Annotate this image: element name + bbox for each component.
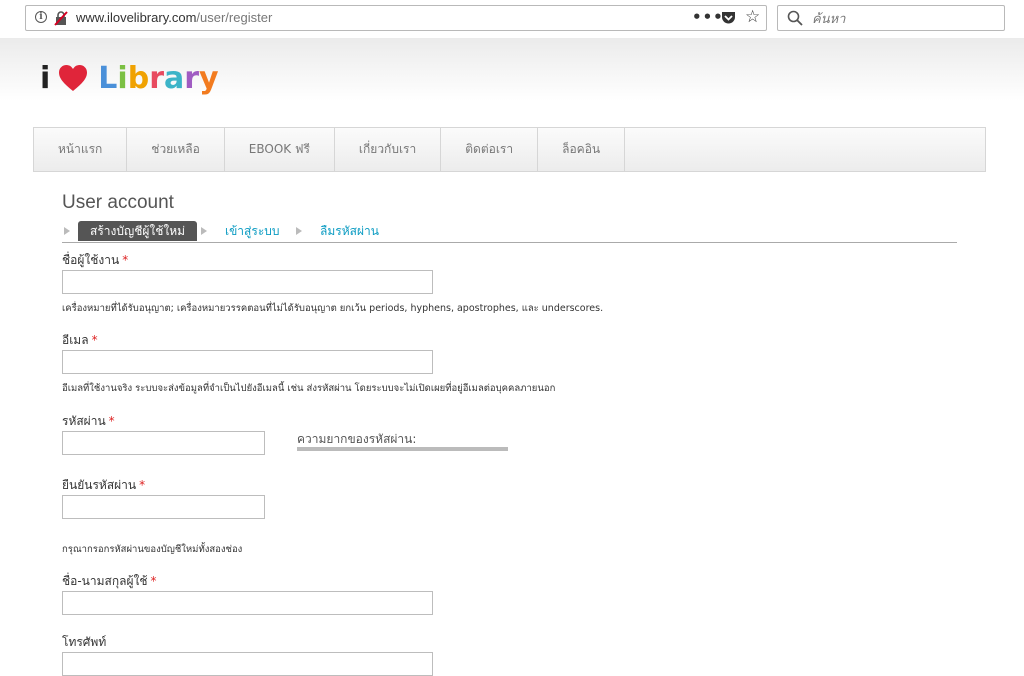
tab-forgot-password[interactable]: ลืมรหัสผ่าน	[296, 221, 406, 241]
page-title: User account	[62, 192, 174, 213]
required-mark: *	[108, 414, 115, 428]
logo-letter: b	[127, 60, 150, 96]
tab-arrow-icon	[296, 227, 302, 235]
username-label: ชื่อผู้ใช้งาน *	[62, 253, 129, 267]
nav-item-help[interactable]: ช่วยเหลือ	[127, 128, 225, 171]
nav-item-about[interactable]: เกี่ยวกับเรา	[335, 128, 442, 171]
logo-letter: r	[184, 60, 200, 96]
required-mark: *	[122, 253, 129, 267]
confirm-password-input[interactable]	[62, 495, 265, 519]
password-strength-bar	[297, 447, 508, 451]
fullname-label: ชื่อ-นามสกุลผู้ใช้ *	[62, 574, 157, 588]
confirm-password-help: กรุณากรอกรหัสผ่านของบัญชีใหม่ทั้งสองช่อง	[62, 544, 243, 555]
tab-label: เข้าสู่ระบบ	[225, 224, 280, 238]
logo-letter: r	[149, 60, 164, 96]
password-label: รหัสผ่าน *	[62, 414, 115, 428]
phone-input[interactable]	[62, 652, 433, 676]
tab-login[interactable]: เข้าสู่ระบบ	[201, 221, 301, 241]
search-bar[interactable]	[777, 5, 1005, 31]
info-icon[interactable]: i	[35, 11, 47, 23]
confirm-password-label: ยืนยันรหัสผ่าน *	[62, 478, 146, 492]
tab-create-account[interactable]: สร้างบัญชีผู้ใช้ใหม่	[64, 221, 214, 241]
nav-item-contact[interactable]: ติดต่อเรา	[441, 128, 539, 171]
search-input[interactable]	[812, 9, 992, 27]
required-mark: *	[139, 478, 146, 492]
email-input[interactable]	[62, 350, 433, 374]
tab-label: ลืมรหัสผ่าน	[320, 224, 379, 238]
nav-item-free-ebook[interactable]: EBOOK ฟรี	[225, 128, 335, 171]
fullname-input[interactable]	[62, 591, 433, 615]
heart-icon	[59, 65, 88, 91]
required-mark: *	[91, 333, 98, 347]
bookmark-star-icon[interactable]: ☆	[745, 8, 760, 26]
required-mark: *	[150, 574, 157, 588]
phone-label: โทรศัพท์	[62, 635, 107, 649]
pocket-icon[interactable]	[721, 11, 736, 25]
url-text[interactable]: www.ilovelibrary.com/user/register	[76, 10, 272, 25]
nav-item-login[interactable]: ล็อคอิน	[538, 128, 626, 171]
password-input[interactable]	[62, 431, 265, 455]
insecure-lock-icon[interactable]	[54, 10, 68, 26]
email-label: อีเมล *	[62, 333, 98, 347]
tab-arrow-icon	[64, 227, 70, 235]
nav-item-home[interactable]: หน้าแรก	[34, 128, 128, 171]
logo-letter-i: i	[40, 60, 51, 96]
username-help: เครื่องหมายที่ได้รับอนุญาต; เครื่องหมายว…	[62, 303, 604, 314]
username-input[interactable]	[62, 270, 433, 294]
address-bar[interactable]: i www.ilovelibrary.com/user/register •••…	[25, 5, 767, 31]
logo-wordmark: Library	[98, 61, 218, 96]
logo-letter: y	[199, 60, 219, 96]
tab-label: สร้างบัญชีผู้ใช้ใหม่	[78, 221, 198, 241]
search-icon	[787, 10, 803, 26]
logo-letter: a	[164, 60, 185, 96]
account-tabs: สร้างบัญชีผู้ใช้ใหม่ เข้าสู่ระบบ ลืมรหัส…	[62, 221, 957, 243]
main-nav: หน้าแรก ช่วยเหลือ EBOOK ฟรี เกี่ยวกับเรา…	[33, 127, 986, 172]
page-actions-icon[interactable]: •••	[692, 8, 724, 26]
tab-arrow-icon	[201, 227, 207, 235]
email-help: อีเมลที่ใช้งานจริง ระบบจะส่งข้อมูลที่จำเ…	[62, 383, 556, 394]
logo-letter: L	[98, 60, 118, 96]
logo-letter: i	[117, 60, 128, 96]
site-header: i Library	[0, 38, 1024, 128]
site-logo[interactable]: i Library	[40, 58, 219, 98]
browser-toolbar: i www.ilovelibrary.com/user/register •••…	[0, 0, 1024, 38]
